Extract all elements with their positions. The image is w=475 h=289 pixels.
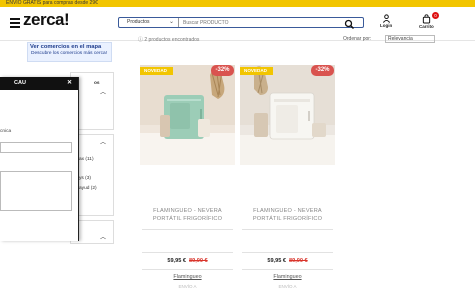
- discount-badge: -32%: [211, 65, 234, 76]
- search-input[interactable]: [179, 18, 363, 27]
- map-promo-banner[interactable]: Ver comercios en el mapa Descubre los co…: [27, 42, 112, 62]
- product-name[interactable]: FLAMINGUEO - NEVERA PORTÁTIL FRIGORÍFICO: [140, 207, 235, 223]
- shopping-bag-icon: [422, 14, 431, 24]
- login-button[interactable]: Login: [380, 14, 392, 28]
- filter-panel-header: CAU ✕: [0, 77, 78, 90]
- filter-option[interactable]: ax (11): [79, 157, 94, 162]
- product-name[interactable]: FLAMINGUEO - NEVERA PORTÁTIL FRIGORÍFICO: [240, 207, 335, 223]
- search-bar: Productos ⌄: [118, 17, 364, 28]
- current-price: 59,95 €: [267, 258, 286, 264]
- map-promo-subtitle: Descubre los comercios más cerca!: [31, 51, 107, 56]
- product-card[interactable]: NOVEDAD -32% FLAMINGUEO - NEVERA PORTÁTI…: [240, 65, 335, 289]
- discount-badge: -32%: [311, 65, 334, 76]
- filter-card-heading: os: [94, 81, 100, 86]
- divider: [242, 269, 333, 270]
- divider: [142, 229, 233, 230]
- filter-option[interactable]: ys (3): [79, 176, 91, 181]
- shipping-banner-text: ENVÍO GRATIS para compras desde 29€: [6, 0, 98, 6]
- old-price: 89,00 €: [189, 258, 208, 264]
- results-count: ⓘ 2 productos encontrados: [138, 36, 199, 43]
- shipping-banner: ENVÍO GRATIS para compras desde 29€: [0, 0, 475, 7]
- cart-count-badge: 0: [432, 12, 439, 19]
- product-card[interactable]: NOVEDAD -32% FLAMINGUEO - NEVERA PORTÁTI…: [140, 65, 235, 289]
- seller-link[interactable]: Flamingueo: [140, 274, 235, 280]
- search-icon[interactable]: [344, 17, 356, 30]
- search-category-value: Productos: [127, 19, 150, 25]
- filter-field-label: cnica: [0, 129, 12, 134]
- filter-input[interactable]: [0, 142, 72, 153]
- order-label: Ordenar por:: [343, 36, 372, 42]
- old-price: 89,00 €: [289, 258, 308, 264]
- shipping-info: ENVÍO A: [278, 284, 297, 289]
- new-badge: NOVEDAD: [240, 67, 273, 75]
- chevron-up-icon[interactable]: ︿: [100, 232, 106, 241]
- map-promo-title: Ver comercios en el mapa: [30, 44, 102, 50]
- site-logo[interactable]: zerca!: [23, 11, 70, 29]
- chevron-up-icon[interactable]: ︿: [100, 87, 106, 96]
- search-category-select[interactable]: Productos ⌄: [119, 18, 179, 27]
- chevron-up-icon[interactable]: ︿: [100, 137, 106, 146]
- product-image[interactable]: NOVEDAD -32%: [240, 65, 335, 165]
- results-count-text: 2 productos encontrados: [144, 37, 200, 43]
- filter-panel-title: CAU: [14, 80, 26, 86]
- cart-label: Carrito: [419, 24, 434, 29]
- product-image[interactable]: NOVEDAD -32%: [140, 65, 235, 165]
- divider: [142, 252, 233, 253]
- filter-option[interactable]: ayud (2): [79, 186, 97, 191]
- order-select[interactable]: Relevancia: [385, 35, 435, 43]
- shipping-info: ENVÍO A: [178, 284, 197, 289]
- divider: [242, 229, 333, 230]
- filter-panel: CAU ✕ cnica e: [0, 77, 79, 241]
- new-badge: NOVEDAD: [140, 67, 173, 75]
- menu-icon[interactable]: [10, 18, 20, 30]
- product-price: 59,95 €89,00 €: [240, 258, 335, 264]
- product-price: 59,95 €89,00 €: [140, 258, 235, 264]
- login-label: Login: [380, 23, 393, 28]
- chevron-down-icon: ⌄: [168, 19, 174, 25]
- user-icon: [382, 14, 390, 23]
- divider: [242, 252, 333, 253]
- close-icon[interactable]: ✕: [67, 77, 72, 90]
- seller-link[interactable]: Flamingueo: [240, 274, 335, 280]
- filter-textarea[interactable]: [0, 171, 72, 211]
- current-price: 59,95 €: [167, 258, 186, 264]
- divider: [142, 269, 233, 270]
